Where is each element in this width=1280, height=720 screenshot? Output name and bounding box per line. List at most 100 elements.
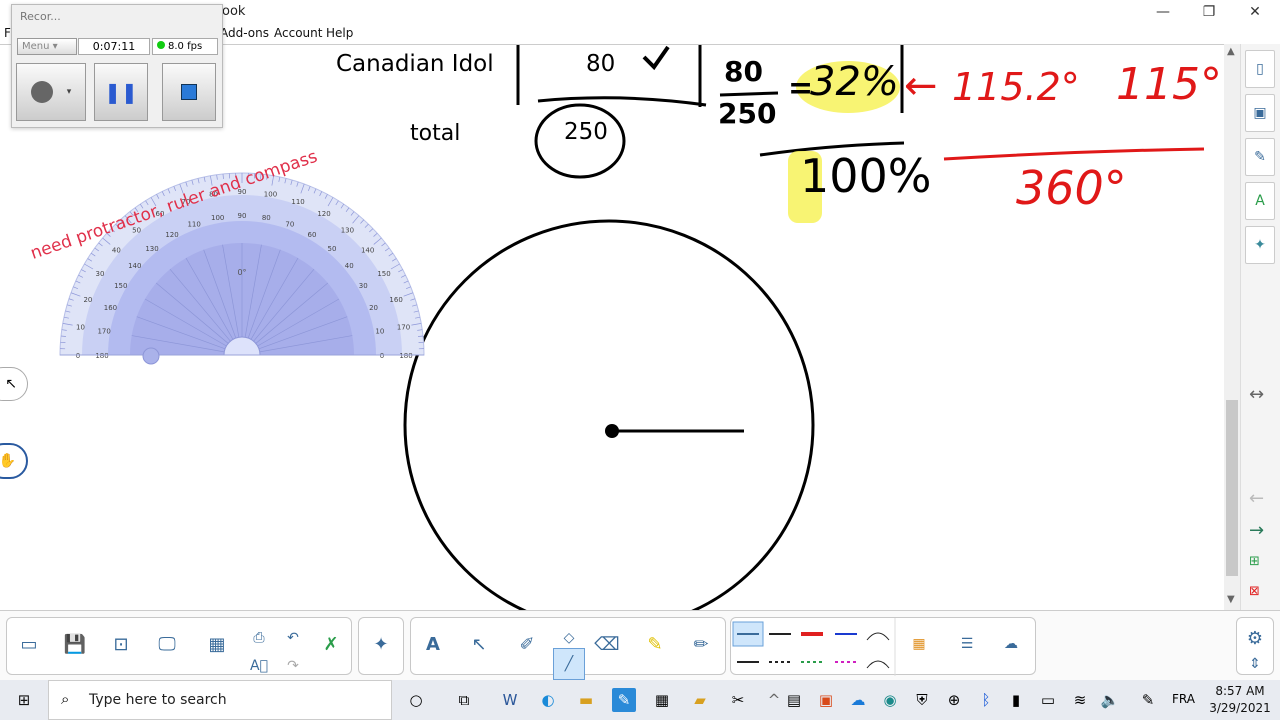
menu-account[interactable]: Account: [274, 26, 322, 40]
total-value: 250: [564, 119, 608, 145]
tools-icon: ✂: [731, 691, 745, 709]
edge-button[interactable]: ◐: [536, 688, 560, 712]
sticky-notes-button[interactable]: ▰: [688, 688, 712, 712]
svg-text:0°: 0°: [237, 268, 246, 277]
save-button[interactable]: 💾: [59, 628, 91, 660]
add-ons-button[interactable]: ✦: [365, 628, 397, 660]
camera-icon: ⎙: [253, 630, 265, 646]
line-style-arc: [866, 632, 890, 641]
vertical-scrollbar[interactable]: ▲ ▼: [1224, 44, 1240, 610]
start-button[interactable]: ⊞: [12, 688, 36, 712]
minimize-button[interactable]: —: [1140, 0, 1186, 24]
notebook-button[interactable]: ✎: [612, 688, 636, 712]
whiteboard-canvas[interactable]: 0 180 10 170 20 160 30 150 40 140 50 130 60 120 70 110 8…: [0, 44, 1224, 610]
expand-icon[interactable]: ↔: [1249, 384, 1264, 405]
cortana-button[interactable]: ○: [404, 688, 428, 712]
close-button[interactable]: ✕: [1232, 0, 1278, 24]
word-button[interactable]: W: [498, 688, 522, 712]
screen-shade-button[interactable]: ⊡: [105, 628, 137, 660]
protractor-inner-label: 30: [359, 282, 368, 290]
protractor-tick-label: 130: [341, 226, 354, 234]
wifi-icon: ≋: [1073, 691, 1087, 709]
save-icon: 💾: [63, 633, 87, 655]
battery-icon: ▭: [1040, 691, 1056, 709]
protractor-tick-label: 30: [96, 270, 105, 278]
wifi-tray[interactable]: ≋: [1068, 688, 1092, 712]
line-properties-button[interactable]: ☰: [951, 628, 983, 660]
volume-tray[interactable]: 🔈: [1098, 688, 1122, 712]
attachments-tab[interactable]: ✎: [1245, 138, 1275, 176]
menu-help[interactable]: Help: [326, 26, 353, 40]
spell-check-button[interactable]: A⃝: [243, 650, 275, 682]
protractor-tick-label: 120: [317, 210, 330, 218]
menu-add-ons[interactable]: Add-ons: [220, 26, 269, 40]
record-button[interactable]: ▾: [16, 63, 86, 121]
language-indicator[interactable]: FRA: [1172, 692, 1195, 706]
screen-icon: ▭: [20, 633, 38, 655]
scroll-down-icon[interactable]: ▼: [1227, 594, 1235, 605]
speaker-icon: 🔈: [1100, 691, 1120, 709]
select-tool-button[interactable]: ↖: [463, 628, 495, 660]
move-toolbar-button[interactable]: ⇕: [1239, 648, 1271, 680]
office-tray[interactable]: ▣: [814, 688, 838, 712]
tray-icon-1[interactable]: ▤: [782, 688, 806, 712]
gallery-tab[interactable]: ▣: [1245, 94, 1275, 132]
toolbar-group-settings: ⚙ ⇕: [1236, 617, 1274, 675]
highlighter-button[interactable]: ✎: [639, 628, 671, 660]
mic-tray[interactable]: ▮: [1004, 688, 1028, 712]
table-button[interactable]: ▦: [201, 628, 233, 660]
tray-icon-lock[interactable]: ⊕: [942, 688, 966, 712]
menu-file[interactable]: F: [4, 26, 11, 40]
redo-button[interactable]: ↷: [277, 650, 309, 682]
view-screens-button[interactable]: ▭: [13, 628, 45, 660]
taskbar-search[interactable]: ⌕ Type here to search: [48, 680, 392, 720]
fraction-numerator: 80: [724, 55, 763, 88]
add-ons-tab[interactable]: ✦: [1245, 226, 1275, 264]
magic-pen-button[interactable]: ✐: [511, 628, 543, 660]
pause-button[interactable]: ❚❚: [94, 63, 148, 121]
delete-page-icon[interactable]: ⊠: [1249, 584, 1260, 599]
magic-pen-icon: ✐: [519, 633, 535, 655]
page-sorter-tab[interactable]: ▯: [1245, 50, 1275, 88]
color-palette-button[interactable]: ▦: [903, 628, 935, 660]
tools-button[interactable]: ✂: [726, 688, 750, 712]
select-arrow-icon: ↖: [471, 633, 487, 655]
record-dropdown-icon[interactable]: ▾: [67, 87, 72, 97]
line-styles-palette[interactable]: [731, 618, 1037, 676]
lines-button[interactable]: ╱: [553, 648, 585, 680]
properties-tab[interactable]: A: [1245, 182, 1275, 220]
tray-icon-shield[interactable]: ⛨: [910, 688, 934, 712]
properties-icon: A: [1255, 193, 1265, 209]
eraser-button[interactable]: ⌫: [591, 628, 623, 660]
battery-tray[interactable]: ▭: [1036, 688, 1060, 712]
puzzle-icon: ✦: [1254, 237, 1266, 253]
stop-button[interactable]: [162, 63, 216, 121]
tray-icon-teal[interactable]: ◉: [878, 688, 902, 712]
next-page-icon[interactable]: →: [1249, 520, 1264, 541]
file-explorer-button[interactable]: ▬: [574, 688, 598, 712]
add-page-icon[interactable]: ⊞: [1249, 554, 1260, 569]
calculator-button[interactable]: ▦: [650, 688, 674, 712]
pen-tray[interactable]: ✎: [1136, 688, 1160, 712]
display-icon: 🖵: [158, 633, 176, 655]
scroll-up-icon[interactable]: ▲: [1227, 46, 1235, 57]
previous-page-icon[interactable]: ←: [1249, 488, 1264, 509]
display-button[interactable]: 🖵: [151, 628, 183, 660]
task-view-button[interactable]: ⧉: [452, 688, 476, 712]
protractor-inner-label: 80: [262, 214, 271, 222]
text-tool-button[interactable]: A: [417, 628, 449, 660]
scroll-thumb[interactable]: [1226, 400, 1238, 576]
percent-value: 32%: [810, 59, 899, 105]
fill-button[interactable]: ☁: [995, 628, 1027, 660]
onedrive-tray[interactable]: ☁: [846, 688, 870, 712]
office-icon: ▣: [818, 691, 834, 709]
pen-button[interactable]: ✏: [685, 628, 717, 660]
degrees-total: 360°: [1016, 161, 1127, 215]
protractor-inner-label: 40: [345, 262, 354, 270]
puzzle-icon: ✦: [373, 633, 389, 655]
bluetooth-tray[interactable]: ᛒ: [974, 688, 998, 712]
restore-button[interactable]: ❐: [1186, 0, 1232, 24]
recorder-menu[interactable]: Menu ▾: [17, 38, 77, 55]
delete-button[interactable]: ✗: [315, 628, 347, 660]
taskbar-clock[interactable]: 8:57 AM 3/29/2021: [1208, 683, 1272, 717]
